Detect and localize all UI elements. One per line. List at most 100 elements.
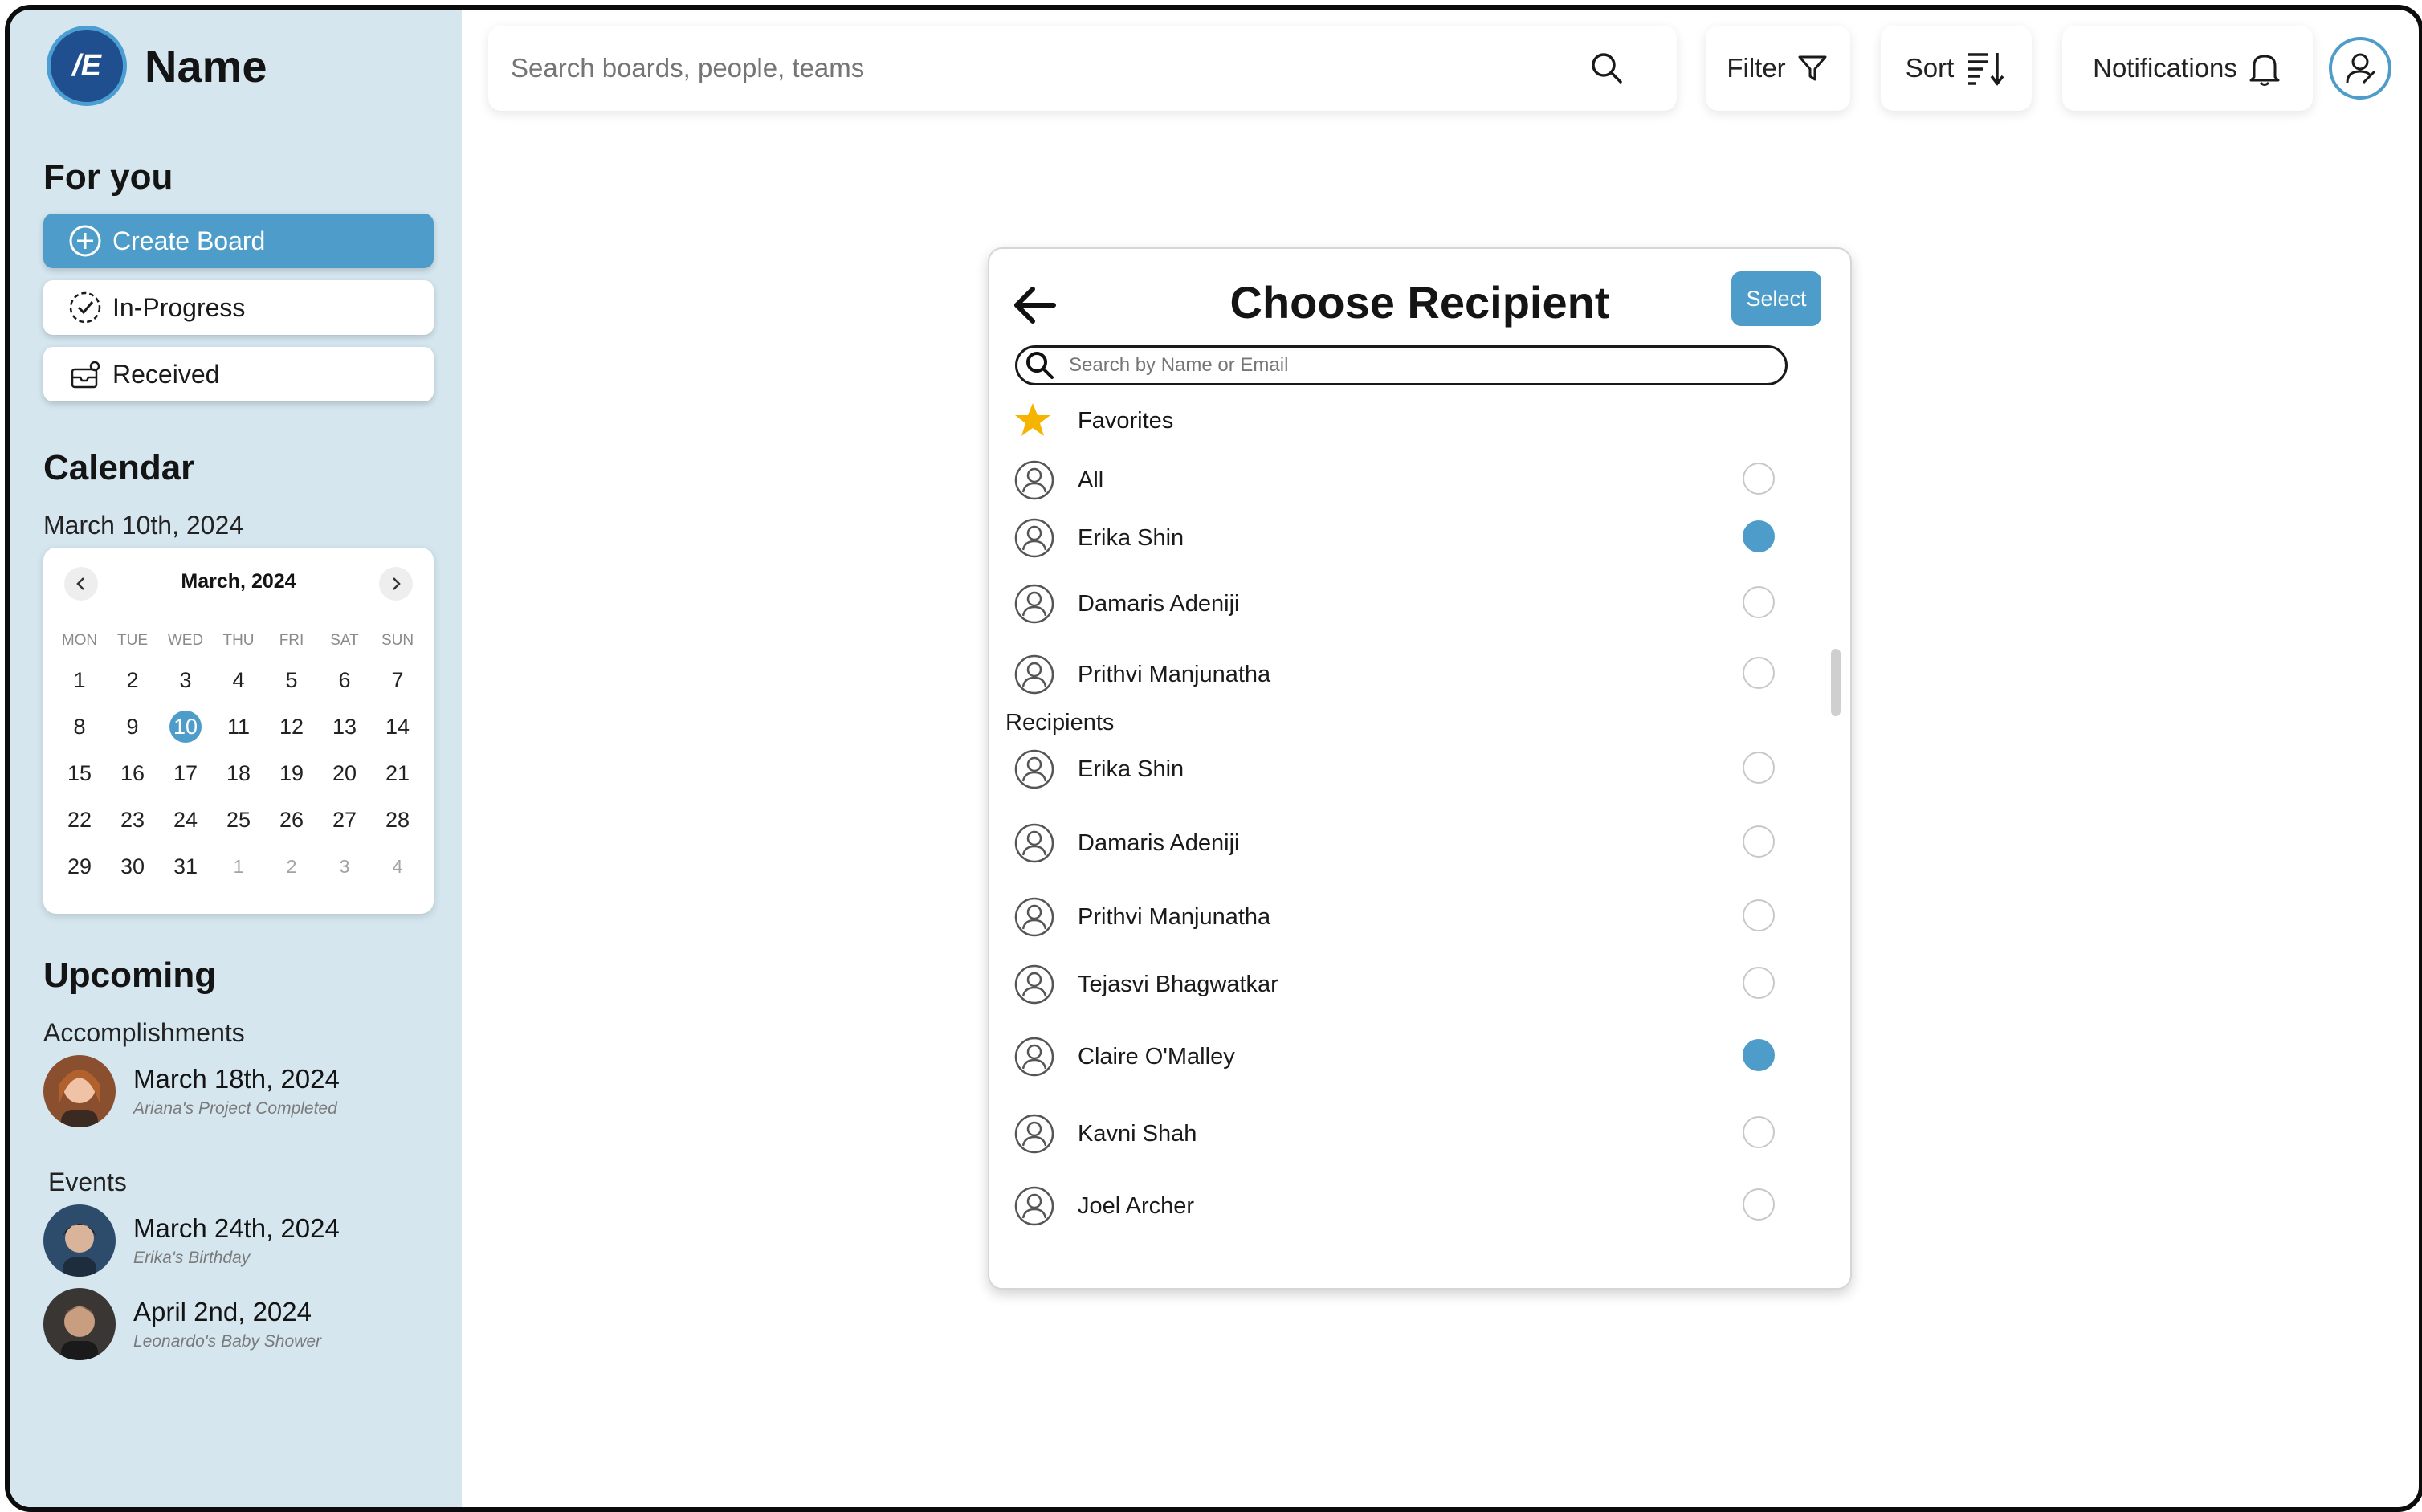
recipient-name[interactable]: Prithvi Manjunatha [1078,904,1270,931]
accomplishment-date: March 18th, 2024 [133,1064,340,1094]
calendar-day-number: 17 [173,760,198,785]
calendar-day[interactable]: 14 [371,715,424,740]
calendar-day-number: 25 [226,807,251,832]
calendar-day-number: 5 [285,667,298,692]
create-board-button[interactable]: Create Board [43,214,434,268]
calendar-day[interactable]: 1 [212,856,265,878]
search-icon[interactable] [1588,50,1625,87]
event-item[interactable]: April 2nd, 2024 Leonardo's Baby Shower [43,1288,321,1360]
recipient-search-bar[interactable] [1015,345,1788,385]
sort-button[interactable]: Sort [1881,26,2032,111]
calendar-day-number: 14 [385,714,410,739]
filter-button[interactable]: Filter [1706,26,1850,111]
recipient-name[interactable]: Tejasvi Bhagwatkar [1078,972,1278,998]
weekday-label: SAT [330,632,359,649]
calendar-day[interactable]: 9 [106,715,159,740]
calendar-day[interactable]: 7 [371,668,424,693]
user-avatar-icon [1014,897,1054,937]
calendar-day[interactable]: 21 [371,761,424,786]
scrollbar-thumb[interactable] [1831,649,1841,716]
calendar-day[interactable]: 8 [53,715,106,740]
recipient-name[interactable]: Erika Shin [1078,756,1184,783]
calendar-day[interactable]: 4 [371,856,424,878]
recipient-radio[interactable] [1743,899,1775,931]
calendar-day[interactable]: 11 [212,715,265,740]
calendar-day[interactable]: 23 [106,808,159,833]
recipient-name[interactable]: Erika Shin [1078,525,1184,552]
user-avatar-icon [1014,1037,1054,1077]
global-search-bar[interactable] [488,26,1677,111]
calendar-day-number: 19 [279,760,304,785]
calendar-day-number: 13 [332,714,357,739]
calendar-day[interactable]: 18 [212,761,265,786]
calendar-day[interactable]: 31 [159,854,212,879]
calendar-day-number: 23 [120,807,145,832]
calendar-day[interactable]: 13 [318,715,371,740]
event-item[interactable]: March 24th, 2024 Erika's Birthday [43,1204,340,1277]
calendar-week-row: 22 23 24 25 26 27 28 [53,797,424,843]
recipient-radio[interactable] [1743,752,1775,784]
recipient-name[interactable]: Damaris Adeniji [1078,591,1239,617]
calendar-day[interactable]: 12 [265,715,318,740]
recipient-radio[interactable] [1743,1116,1775,1148]
recipient-radio[interactable] [1743,586,1775,618]
calendar-day[interactable]: 24 [159,808,212,833]
recipient-name[interactable]: All [1078,467,1103,494]
received-button[interactable]: Received [43,347,434,401]
accomplishment-item[interactable]: March 18th, 2024 Ariana's Project Comple… [43,1055,340,1127]
recipient-radio[interactable] [1743,520,1775,552]
global-search-input[interactable] [509,52,1588,84]
user-avatar-icon [1014,1114,1054,1154]
calendar-day[interactable]: 4 [212,668,265,693]
avatar [43,1204,116,1277]
calendar-day[interactable]: 2 [265,856,318,878]
profile-button[interactable] [2329,37,2391,100]
recipient-name[interactable]: Claire O'Malley [1078,1044,1235,1070]
recipient-radio[interactable] [1743,657,1775,689]
select-button[interactable]: Select [1731,271,1821,326]
recipient-name[interactable]: Prithvi Manjunatha [1078,662,1270,688]
calendar-day-number: 29 [67,854,92,878]
recipient-name[interactable]: Kavni Shah [1078,1121,1197,1147]
received-label: Received [112,359,220,389]
calendar-day[interactable]: 19 [265,761,318,786]
calendar-next-button[interactable] [379,567,413,601]
calendar-day-number: 11 [226,714,251,739]
calendar-day[interactable]: 6 [318,668,371,693]
recipient-radio[interactable] [1743,1188,1775,1221]
calendar-day[interactable]: 5 [265,668,318,693]
notifications-button[interactable]: Notifications [2062,26,2313,111]
calendar-day[interactable]: 30 [106,854,159,879]
calendar-day[interactable]: 2 [106,668,159,693]
calendar-day[interactable]: 17 [159,761,212,786]
calendar-day-selected[interactable]: 10 [159,711,212,743]
brand[interactable]: /E Name [47,26,267,106]
calendar-day[interactable]: 25 [212,808,265,833]
calendar-day[interactable]: 28 [371,808,424,833]
recipient-radio[interactable] [1743,967,1775,999]
avatar [43,1288,116,1360]
calendar-day[interactable]: 20 [318,761,371,786]
weekday-label: TUE [117,632,148,649]
recipient-name[interactable]: Joel Archer [1078,1193,1194,1220]
recipient-search-input[interactable] [1067,353,1761,377]
calendar-day[interactable]: 26 [265,808,318,833]
create-board-label: Create Board [112,226,266,255]
calendar-day[interactable]: 22 [53,808,106,833]
in-progress-button[interactable]: In-Progress [43,280,434,335]
calendar-day[interactable]: 1 [53,668,106,693]
calendar-day[interactable]: 29 [53,854,106,879]
calendar-day[interactable]: 3 [318,856,371,878]
filter-label: Filter [1727,53,1786,83]
calendar-day-number: 24 [173,807,198,832]
calendar-day[interactable]: 27 [318,808,371,833]
recipient-radio[interactable] [1743,463,1775,495]
calendar-day[interactable]: 16 [106,761,159,786]
recipient-radio[interactable] [1743,1039,1775,1071]
calendar-day[interactable]: 15 [53,761,106,786]
recipient-radio[interactable] [1743,825,1775,858]
recipient-name[interactable]: Damaris Adeniji [1078,830,1239,857]
event-description: Erika's Birthday [133,1249,251,1267]
calendar-day[interactable]: 3 [159,668,212,693]
weekday-label: SUN [381,632,414,649]
